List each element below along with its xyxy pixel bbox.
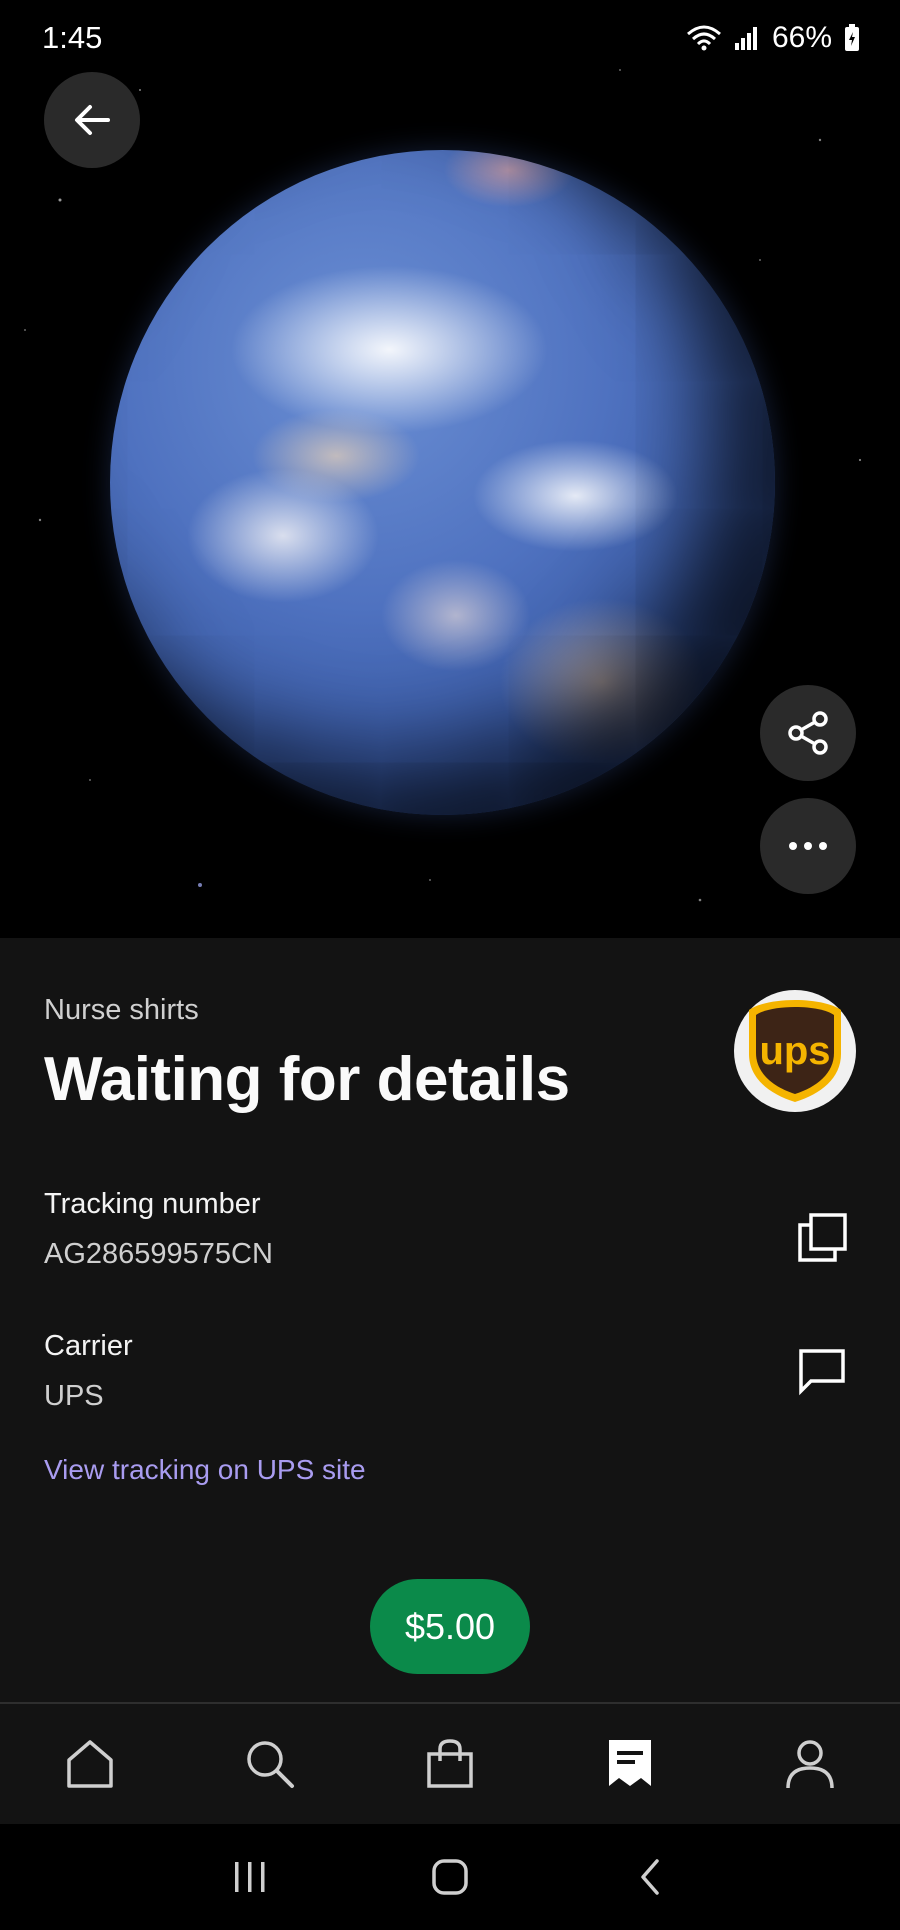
nav-shop[interactable]	[360, 1704, 540, 1824]
shipment-details: Nurse shirts Waiting for details ups Tra…	[0, 938, 900, 1702]
system-nav-bar	[0, 1824, 900, 1930]
ups-shield-icon: ups	[749, 1000, 841, 1102]
shipment-status: Waiting for details	[44, 1045, 570, 1114]
carrier-label: Carrier	[44, 1330, 133, 1362]
status-time: 1:45	[42, 20, 103, 55]
shopping-bag-icon	[427, 1739, 473, 1788]
battery-icon	[845, 24, 859, 51]
receipt-icon	[609, 1740, 651, 1786]
home-circle-icon	[432, 1859, 468, 1895]
more-icon	[789, 842, 827, 850]
home-system-button[interactable]	[410, 1837, 490, 1917]
contact-carrier-button[interactable]	[790, 1340, 854, 1404]
view-tracking-link[interactable]: View tracking on UPS site	[44, 1454, 366, 1486]
back-system-button[interactable]	[610, 1837, 690, 1917]
tracking-number-value: AG286599575CN	[44, 1238, 273, 1270]
nav-home[interactable]	[0, 1704, 180, 1824]
copy-icon	[798, 1213, 847, 1262]
home-icon	[67, 1740, 113, 1788]
battery-percent: 66%	[771, 21, 832, 54]
nav-search[interactable]	[180, 1704, 360, 1824]
carrier-value: UPS	[44, 1380, 104, 1412]
profile-icon	[786, 1740, 834, 1789]
wifi-icon	[686, 25, 721, 51]
share-icon	[788, 711, 828, 755]
back-chevron-icon	[641, 1859, 659, 1895]
back-button[interactable]	[44, 72, 140, 168]
search-icon	[247, 1741, 294, 1788]
item-name: Nurse shirts	[44, 994, 199, 1026]
copy-tracking-button[interactable]	[790, 1206, 854, 1270]
share-button[interactable]	[760, 685, 856, 781]
recents-icon	[235, 1862, 265, 1892]
status-bar: 1:45 66%	[0, 0, 900, 76]
chat-icon	[799, 1349, 845, 1396]
more-options-button[interactable]	[760, 798, 856, 894]
status-icons: 66%	[686, 21, 860, 55]
nav-profile[interactable]	[720, 1704, 900, 1824]
svg-text:ups: ups	[759, 1029, 830, 1073]
bottom-nav	[0, 1702, 900, 1824]
price-button[interactable]: $5.00	[370, 1579, 530, 1674]
tracking-number-label: Tracking number	[44, 1188, 261, 1220]
earth-globe	[110, 150, 775, 815]
back-arrow-icon	[75, 105, 110, 135]
ups-logo: ups	[734, 990, 856, 1112]
nav-orders[interactable]	[540, 1704, 720, 1824]
recents-button[interactable]	[210, 1837, 290, 1917]
signal-icon	[734, 27, 757, 50]
